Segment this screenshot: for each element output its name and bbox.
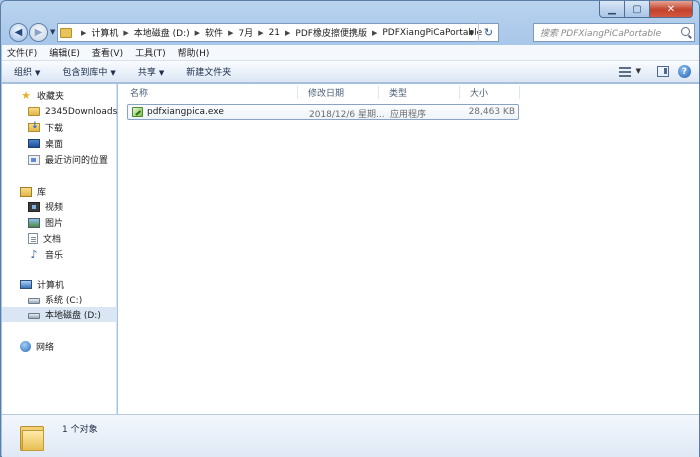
video-library-icon	[28, 201, 40, 212]
back-button[interactable]: ◀	[9, 23, 28, 42]
views-dropdown[interactable]: ▼	[636, 67, 641, 75]
breadcrumb-item-software[interactable]: 软件 ▶	[205, 26, 238, 40]
tree-item-pictures[interactable]: 图片	[28, 215, 63, 230]
tree-network[interactable]: 网络	[20, 339, 54, 354]
command-bar: 组织 ▼ 包含到库中 ▼ 共享 ▼ 新建文件夹 ▼ ?	[2, 61, 699, 83]
tree-item-desktop[interactable]: 桌面	[28, 136, 63, 151]
navigation-pane: ★ 收藏夹 2345Downloads 下载 桌面 最近访问的位置 库 视频	[2, 84, 117, 414]
menu-bar: 文件(F) 编辑(E) 查看(V) 工具(T) 帮助(H)	[2, 45, 699, 61]
details-pane: 1 个对象	[2, 414, 699, 457]
tree-favorites[interactable]: ★ 收藏夹	[20, 88, 64, 103]
folder-icon	[60, 27, 72, 38]
arrow-right-icon: ▶	[34, 27, 43, 38]
refresh-button[interactable]: ↻	[478, 23, 498, 42]
tree-item-drive-d[interactable]: 本地磁盘 (D:)	[2, 307, 117, 322]
drive-icon	[28, 313, 40, 319]
breadcrumb-item-21[interactable]: 21 ▶	[269, 28, 296, 38]
document-library-icon	[28, 233, 38, 244]
menu-view[interactable]: 查看(V)	[92, 46, 123, 59]
breadcrumb-item-computer[interactable]: 计算机 ▶	[91, 26, 133, 40]
tree-item-2345downloads[interactable]: 2345Downloads	[28, 104, 117, 119]
tree-libraries[interactable]: 库	[20, 184, 46, 199]
menu-file[interactable]: 文件(F)	[7, 46, 37, 59]
menu-edit[interactable]: 编辑(E)	[49, 46, 80, 59]
tree-item-recent-places[interactable]: 最近访问的位置	[28, 152, 108, 167]
library-icon	[20, 186, 32, 197]
tree-computer[interactable]: 计算机	[20, 277, 64, 292]
music-library-icon: ♪	[30, 248, 38, 261]
tree-item-downloads[interactable]: 下载	[28, 120, 63, 135]
close-button[interactable]: ✕	[650, 1, 693, 18]
file-type: 应用程序	[390, 110, 427, 120]
table-row[interactable]: pdfxiangpica.exe 2018/12/6 星期... 应用程序 28…	[127, 104, 519, 120]
breadcrumb-item-pdf-portable[interactable]: PDF橡皮擦便携版 ▶	[295, 26, 382, 40]
recent-pages-dropdown[interactable]: ▼	[50, 28, 55, 36]
chevron-down-icon: ▼	[158, 69, 165, 77]
computer-icon	[20, 280, 32, 289]
column-header-date-modified[interactable]: 修改日期	[298, 84, 379, 101]
item-count: 1 个对象	[62, 425, 98, 435]
navigation-row: ◀ ▶ ▼ ▶ 计算机 ▶ 本地磁盘 (D:) ▶ 软件 ▶ 7月 ▶ 21 ▶ PDF橡…	[7, 23, 695, 43]
tree-item-videos[interactable]: 视频	[28, 199, 63, 214]
tree-item-music[interactable]: ♪ 音乐	[28, 247, 63, 262]
file-date-modified: 2018/12/6 星期...	[309, 110, 385, 120]
forward-button[interactable]: ▶	[29, 23, 48, 42]
chevron-down-icon: ▼	[110, 69, 116, 77]
tree-item-documents[interactable]: 文档	[28, 231, 61, 246]
column-header-size[interactable]: 大小	[460, 84, 520, 101]
new-folder-button[interactable]: 新建文件夹	[186, 65, 231, 78]
help-icon[interactable]: ?	[678, 65, 691, 78]
network-icon	[20, 341, 31, 352]
application-icon	[132, 107, 143, 117]
search-box[interactable]: 搜索 PDFXiangPiCaPortable	[533, 23, 695, 42]
breadcrumb-item-july[interactable]: 7月 ▶	[238, 26, 268, 40]
folder-icon	[20, 424, 44, 451]
menu-help[interactable]: 帮助(H)	[178, 46, 210, 59]
organize-button[interactable]: 组织 ▼	[14, 65, 40, 78]
tree-item-drive-c[interactable]: 系统 (C:)	[28, 292, 82, 307]
preview-pane-icon[interactable]	[657, 66, 669, 77]
file-size: 28,463 KB	[468, 107, 515, 117]
search-icon[interactable]	[681, 27, 690, 36]
address-bar[interactable]: ▶ 计算机 ▶ 本地磁盘 (D:) ▶ 软件 ▶ 7月 ▶ 21 ▶ PDF橡皮擦便携版 ▶…	[57, 23, 499, 42]
breadcrumb-item-drive-d[interactable]: 本地磁盘 (D:) ▶	[134, 26, 205, 40]
recent-places-icon	[28, 154, 40, 165]
caption-buttons: ▁ ▢ ✕	[599, 1, 693, 18]
downloads-folder-icon	[28, 121, 40, 132]
minimize-button[interactable]: ▁	[599, 1, 625, 18]
column-header-name[interactable]: 名称	[118, 84, 298, 101]
refresh-icon: ↻	[483, 26, 494, 39]
breadcrumb-item-current[interactable]: PDFXiangPiCaPortable	[382, 28, 482, 38]
breadcrumb-root-chevron[interactable]: ▶	[76, 29, 91, 37]
address-dropdown[interactable]: ▼	[469, 29, 474, 37]
column-header-type[interactable]: 类型	[379, 84, 460, 101]
share-button[interactable]: 共享 ▼	[138, 65, 164, 78]
search-input[interactable]: 搜索 PDFXiangPiCaPortable	[540, 26, 678, 39]
desktop-icon	[28, 139, 40, 148]
file-list: 名称 修改日期 类型 大小 pdfxiangpica.exe 2018/12/6…	[118, 84, 699, 414]
arrow-left-icon: ◀	[14, 27, 23, 38]
explorer-window: ▁ ▢ ✕ ◀ ▶ ▼ ▶ 计算机 ▶ 本地磁盘 (D:) ▶ 软件 ▶ 7月 ▶ 21…	[0, 0, 700, 457]
chevron-down-icon: ▼	[35, 69, 41, 77]
folder-icon	[28, 107, 40, 116]
picture-library-icon	[28, 217, 40, 228]
maximize-button[interactable]: ▢	[625, 1, 650, 18]
menu-tools[interactable]: 工具(T)	[135, 46, 166, 59]
star-icon: ★	[21, 89, 31, 102]
views-icon[interactable]	[619, 67, 631, 77]
file-name: pdfxiangpica.exe	[147, 107, 224, 117]
system-drive-icon	[28, 298, 40, 304]
include-in-library-button[interactable]: 包含到库中 ▼	[62, 65, 115, 78]
